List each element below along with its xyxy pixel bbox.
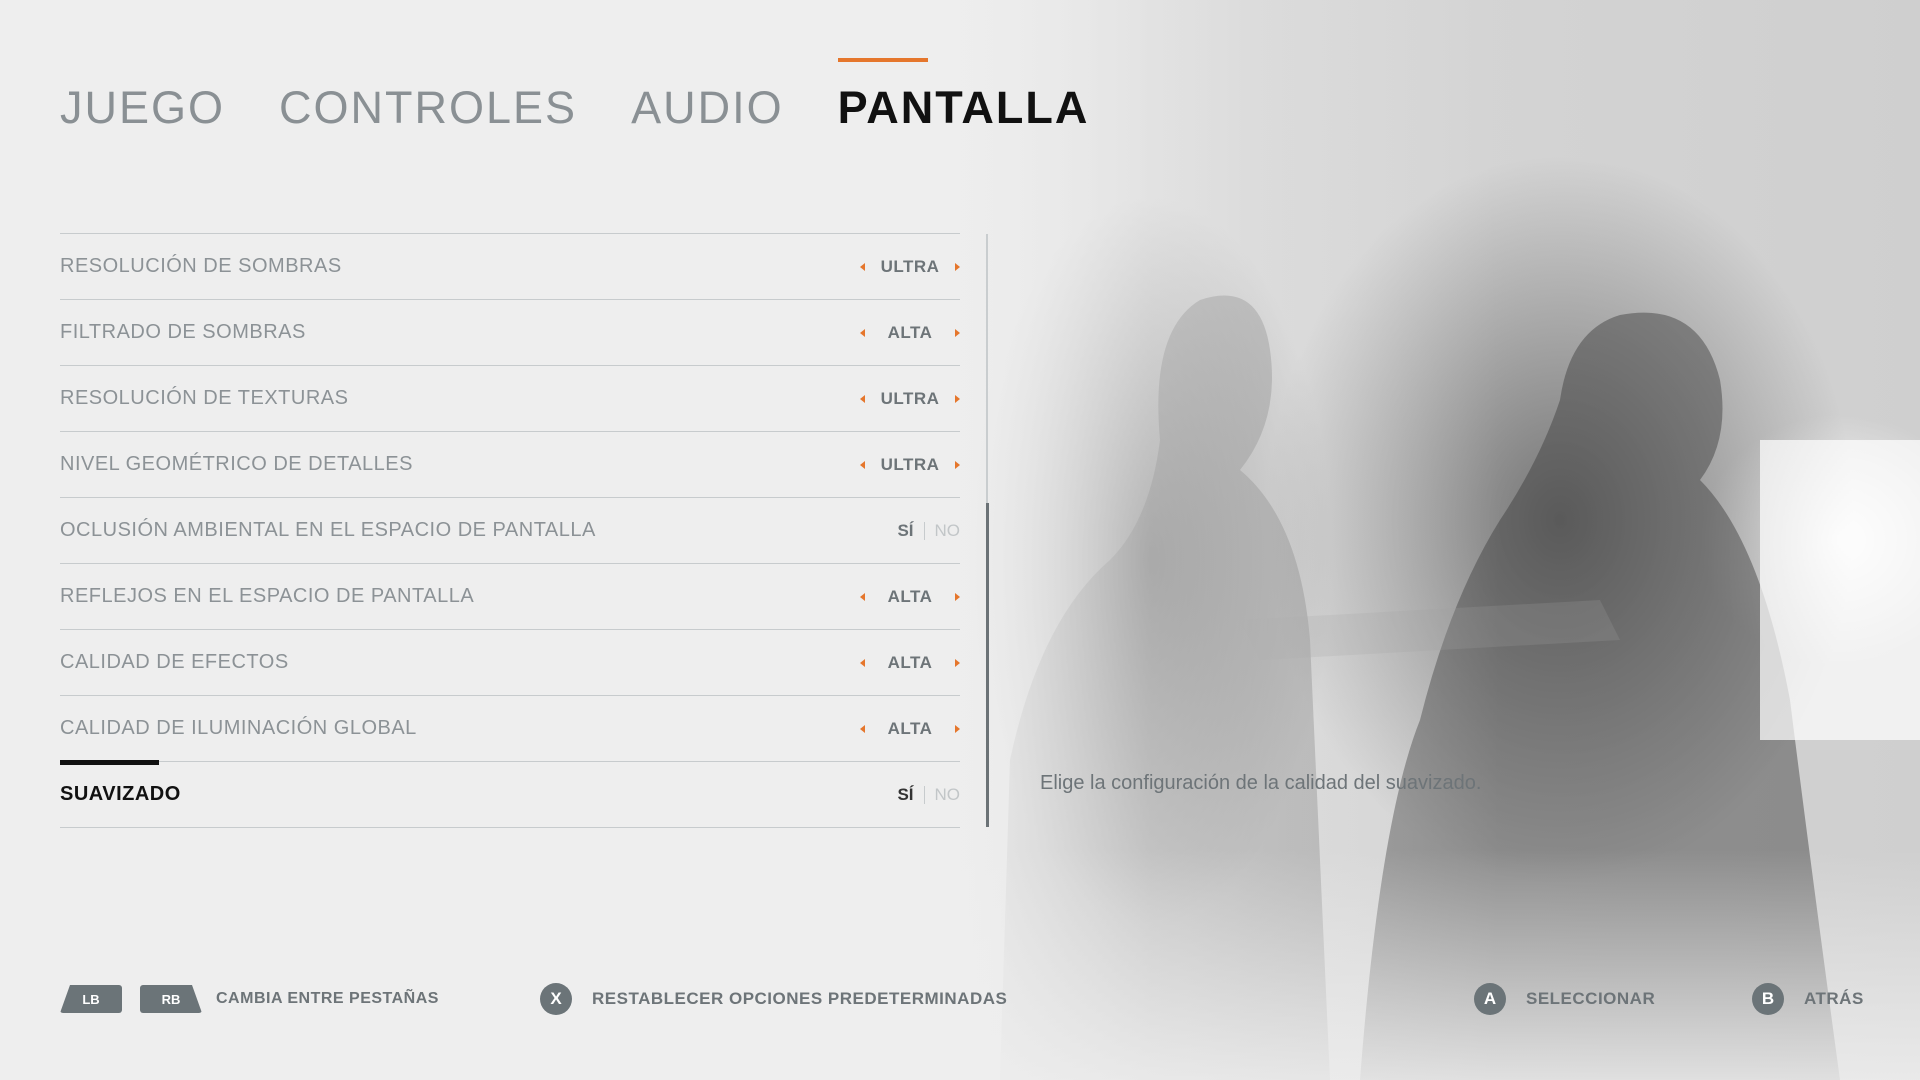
- b-button-icon: B: [1752, 983, 1784, 1015]
- toggle-switch: SÍ NO: [897, 785, 960, 805]
- reset-defaults-button[interactable]: X RESTABLECER OPCIONES PREDETERMINADAS: [540, 982, 1007, 1016]
- rb-bumper-icon: RB: [140, 985, 202, 1013]
- value-selector: ULTRA: [860, 455, 960, 475]
- setting-label: CALIDAD DE EFECTOS: [60, 651, 289, 673]
- setting-row-effects-quality[interactable]: CALIDAD DE EFECTOS ALTA: [60, 630, 960, 696]
- setting-label: RESOLUCIÓN DE TEXTURAS: [60, 387, 349, 409]
- setting-value: ULTRA: [880, 256, 940, 276]
- reset-defaults-label: RESTABLECER OPCIONES PREDETERMINADAS: [592, 989, 1008, 1008]
- setting-label: CALIDAD DE ILUMINACIÓN GLOBAL: [60, 717, 417, 739]
- chevron-right-icon[interactable]: [955, 724, 960, 733]
- setting-value: ALTA: [887, 322, 933, 342]
- a-button-icon: A: [1474, 983, 1506, 1015]
- chevron-right-icon[interactable]: [955, 262, 960, 271]
- tab-pantalla[interactable]: PANTALLA: [837, 58, 1090, 138]
- setting-value: ULTRA: [880, 454, 940, 474]
- value-selector: ALTA: [860, 587, 960, 607]
- back-label: ATRÁS: [1804, 989, 1864, 1008]
- toggle-on-option[interactable]: SÍ: [897, 521, 913, 541]
- setting-label: RESOLUCIÓN DE SOMBRAS: [60, 255, 342, 277]
- back-button[interactable]: B ATRÁS: [1752, 982, 1864, 1016]
- value-selector: ALTA: [860, 323, 960, 343]
- value-selector: ULTRA: [860, 389, 960, 409]
- lb-bumper-icon: LB: [60, 985, 122, 1013]
- setting-row-shadow-filtering[interactable]: FILTRADO DE SOMBRAS ALTA: [60, 300, 960, 366]
- tab-audio[interactable]: AUDIO: [631, 78, 784, 138]
- value-selector: ULTRA: [860, 257, 960, 277]
- chevron-right-icon[interactable]: [955, 658, 960, 667]
- x-button-icon: X: [540, 983, 572, 1015]
- setting-value: ALTA: [887, 718, 933, 738]
- setting-row-global-illumination[interactable]: CALIDAD DE ILUMINACIÓN GLOBAL ALTA: [60, 696, 960, 762]
- chevron-right-icon[interactable]: [955, 592, 960, 601]
- setting-row-geometric-detail[interactable]: NIVEL GEOMÉTRICO DE DETALLES ULTRA: [60, 432, 960, 498]
- setting-value: ALTA: [887, 586, 933, 606]
- setting-row-texture-resolution[interactable]: RESOLUCIÓN DE TEXTURAS ULTRA: [60, 366, 960, 432]
- chevron-right-icon[interactable]: [955, 460, 960, 469]
- toggle-switch: SÍ NO: [897, 521, 960, 541]
- select-button[interactable]: A SELECCIONAR: [1474, 982, 1655, 1016]
- scrollbar-thumb[interactable]: [986, 503, 989, 827]
- setting-label: SUAVIZADO: [60, 783, 181, 805]
- switch-tabs-hint[interactable]: LB RB CAMBIA ENTRE PESTAÑAS: [60, 982, 439, 1016]
- setting-label: OCLUSIÓN AMBIENTAL EN EL ESPACIO DE PANT…: [60, 519, 596, 541]
- tab-bar: JUEGO CONTROLES AUDIO PANTALLA: [60, 58, 1143, 138]
- toggle-off-option[interactable]: NO: [935, 785, 961, 805]
- value-selector: ALTA: [860, 719, 960, 739]
- setting-label: FILTRADO DE SOMBRAS: [60, 321, 306, 343]
- toggle-off-option[interactable]: NO: [935, 521, 961, 541]
- toggle-on-option[interactable]: SÍ: [897, 785, 913, 805]
- setting-description: Elige la configuración de la calidad del…: [1040, 772, 1482, 794]
- switch-tabs-label: CAMBIA ENTRE PESTAÑAS: [216, 990, 439, 1007]
- setting-label: REFLEJOS EN EL ESPACIO DE PANTALLA: [60, 585, 475, 607]
- chevron-right-icon[interactable]: [955, 328, 960, 337]
- setting-row-ssr[interactable]: REFLEJOS EN EL ESPACIO DE PANTALLA ALTA: [60, 564, 960, 630]
- value-selector: ALTA: [860, 653, 960, 673]
- setting-row-shadow-resolution[interactable]: RESOLUCIÓN DE SOMBRAS ULTRA: [60, 234, 960, 300]
- tab-juego[interactable]: JUEGO: [60, 78, 225, 138]
- setting-row-ssao[interactable]: OCLUSIÓN AMBIENTAL EN EL ESPACIO DE PANT…: [60, 498, 960, 564]
- tab-controles[interactable]: CONTROLES: [279, 78, 577, 138]
- setting-value: ULTRA: [880, 388, 940, 408]
- setting-label: NIVEL GEOMÉTRICO DE DETALLES: [60, 453, 413, 475]
- chevron-right-icon[interactable]: [955, 394, 960, 403]
- select-label: SELECCIONAR: [1526, 989, 1656, 1008]
- settings-list: RESOLUCIÓN DE SOMBRAS ULTRA FILTRADO DE …: [60, 233, 960, 828]
- toggle-divider: [923, 521, 925, 540]
- setting-row-antialiasing[interactable]: SUAVIZADO SÍ NO: [60, 760, 960, 828]
- setting-value: ALTA: [887, 652, 933, 672]
- toggle-divider: [923, 785, 925, 804]
